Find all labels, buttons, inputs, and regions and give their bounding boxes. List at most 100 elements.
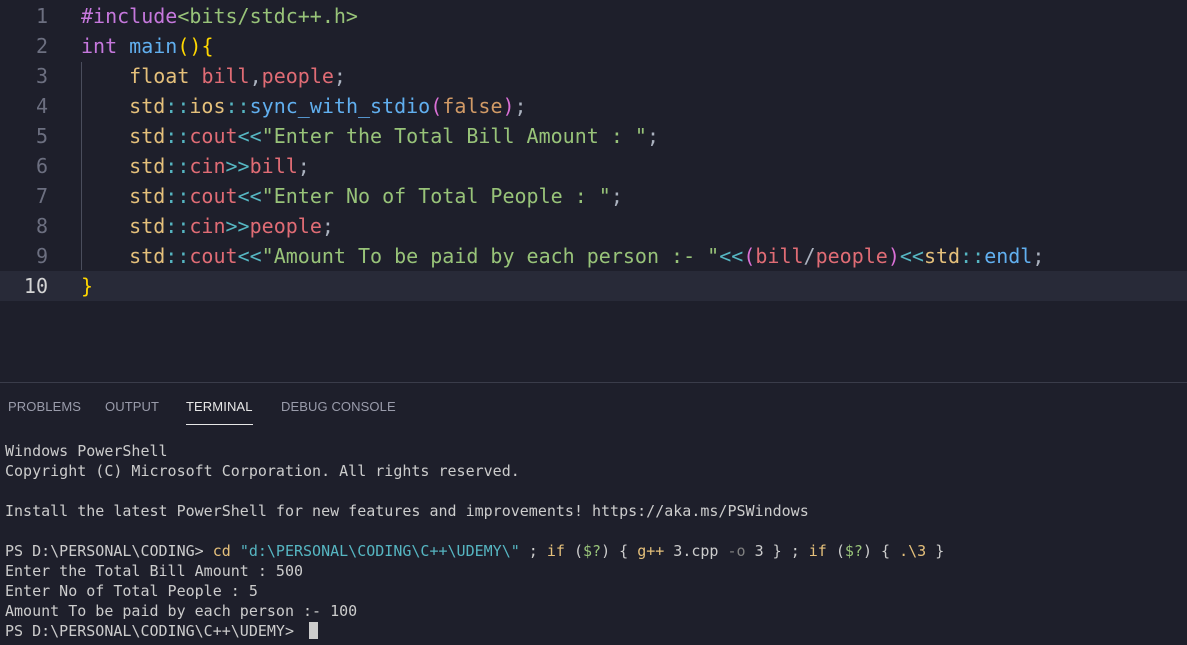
code-line[interactable]: 8 std::cin>>people; — [0, 211, 1187, 241]
code-token: ios — [189, 94, 226, 118]
terminal-text: Windows PowerShell — [5, 442, 168, 460]
terminal-text: 3.cpp — [664, 542, 728, 560]
terminal-output[interactable]: Windows PowerShell Copyright (C) Microsof… — [0, 441, 1187, 645]
code-editor[interactable]: 1 #include<bits/stdc++.h> 2 int main(){3 fl… — [0, 0, 1187, 382]
code-token: std — [129, 184, 166, 208]
code-line[interactable]: 4 std::ios::sync_with_stdio(false); — [0, 91, 1187, 121]
terminal-text: ) { — [601, 542, 638, 560]
code-token: ; — [514, 94, 527, 118]
line-number: 6 — [35, 154, 48, 178]
code-token: :: — [225, 94, 250, 118]
code-token: () — [177, 34, 202, 58]
tab-terminal[interactable]: TERMINAL — [186, 399, 253, 414]
terminal-text: Enter No of Total People : 5 — [5, 582, 258, 600]
code-token: , — [249, 64, 262, 88]
code-token: cin — [189, 214, 226, 238]
code-line[interactable]: 7 std::cout<<"Enter No of Total People :… — [0, 181, 1187, 211]
code-token: std — [129, 214, 166, 238]
code-line[interactable]: 6 std::cin>>bill; — [0, 151, 1187, 181]
terminal-text: $? — [844, 542, 863, 560]
code-token: :: — [165, 244, 190, 268]
code-token: :: — [165, 124, 190, 148]
code-token: ) — [887, 244, 900, 268]
code-text: std::ios::sync_with_stdio(false); — [81, 91, 527, 121]
terminal-text: g++ — [637, 542, 665, 560]
code-token: ; — [610, 184, 623, 208]
code-text: } — [81, 271, 93, 301]
tab-output[interactable]: OUTPUT — [105, 399, 159, 414]
code-token: } — [81, 274, 94, 298]
vscode-window: 1 #include<bits/stdc++.h> 2 int main(){3 fl… — [0, 0, 1187, 645]
terminal-text: if — [546, 542, 565, 560]
code-token: people — [815, 244, 888, 268]
terminal-text: $? — [583, 542, 602, 560]
terminal-text: ) { — [862, 542, 900, 560]
code-token: ; — [321, 214, 334, 238]
code-text: float bill,people; — [81, 61, 346, 91]
terminal-text: Install the latest PowerShell for new fe… — [5, 502, 809, 520]
code-token: ; — [646, 124, 660, 148]
code-token: people — [249, 214, 322, 238]
terminal-text: PS D:\PERSONAL\CODING\C++\UDEMY> — [5, 622, 304, 640]
code-token: ; — [1032, 244, 1045, 268]
terminal-text: Amount To be paid by each person :- 100 — [5, 602, 358, 620]
terminal-line: Enter No of Total People : 5 — [5, 581, 258, 601]
code-line[interactable]: 10} — [0, 271, 1187, 301]
code-line[interactable]: 1 #include<bits/stdc++.h> — [0, 1, 1187, 31]
code-line[interactable]: 9 std::cout<<"Amount To be paid by each … — [0, 241, 1187, 271]
line-number: 9 — [35, 244, 48, 268]
terminal-line: PS D:\PERSONAL\CODING> cd "d:\PERSONAL\C… — [5, 541, 944, 561]
terminal-text: } — [926, 542, 945, 560]
code-line[interactable]: 2 int main(){ — [0, 31, 1187, 61]
code-token: ) — [502, 94, 515, 118]
code-token: << — [237, 184, 262, 208]
code-token: ; — [333, 64, 346, 88]
terminal-text: .\3 — [899, 542, 927, 560]
line-number: 4 — [35, 94, 48, 118]
line-number: 8 — [35, 214, 48, 238]
code-text: std::cin>>bill; — [81, 151, 310, 181]
tab-problems[interactable]: PROBLEMS — [8, 399, 81, 414]
code-token: std — [129, 154, 166, 178]
tab-debug-console[interactable]: DEBUG CONSOLE — [281, 399, 396, 414]
code-token: main — [129, 34, 178, 58]
terminal-line: Enter the Total Bill Amount : 500 — [5, 561, 303, 581]
code-line[interactable]: 3 float bill,people; — [0, 61, 1187, 91]
code-token: ; — [297, 154, 310, 178]
code-token: >> — [225, 154, 250, 178]
terminal-line: Windows PowerShell — [5, 441, 168, 461]
code-token: float — [129, 64, 190, 88]
code-token: << — [237, 244, 262, 268]
code-token: sync_with_stdio — [249, 94, 431, 118]
code-token: cout — [189, 184, 238, 208]
code-token: <bits/stdc++.h> — [177, 4, 358, 28]
line-number: 1 — [35, 4, 48, 28]
terminal-text: if — [808, 542, 827, 560]
code-token: false — [442, 94, 503, 118]
code-token: bill — [249, 154, 298, 178]
code-token: endl — [984, 244, 1033, 268]
code-token: people — [261, 64, 334, 88]
code-token: cout — [189, 124, 238, 148]
terminal-text: ( — [564, 542, 583, 560]
terminal-text: ( — [826, 542, 845, 560]
code-token: >> — [225, 214, 250, 238]
code-text: std::cout<<"Amount To be paid by each pe… — [81, 241, 1044, 271]
code-token: "Enter No of Total People : " — [261, 184, 611, 208]
terminal-text: cd — [212, 542, 231, 560]
code-line[interactable]: 5 std::cout<<"Enter the Total Bill Amoun… — [0, 121, 1187, 151]
line-number: 5 — [35, 124, 48, 148]
active-tab-indicator — [186, 424, 253, 425]
terminal-line: Install the latest PowerShell for new fe… — [5, 501, 809, 521]
code-text: std::cout<<"Enter the Total Bill Amount … — [81, 121, 659, 151]
code-token: ( — [430, 94, 443, 118]
terminal-text: Enter the Total Bill Amount : 500 — [5, 562, 304, 580]
code-token: :: — [165, 94, 190, 118]
code-token: bill — [201, 64, 250, 88]
